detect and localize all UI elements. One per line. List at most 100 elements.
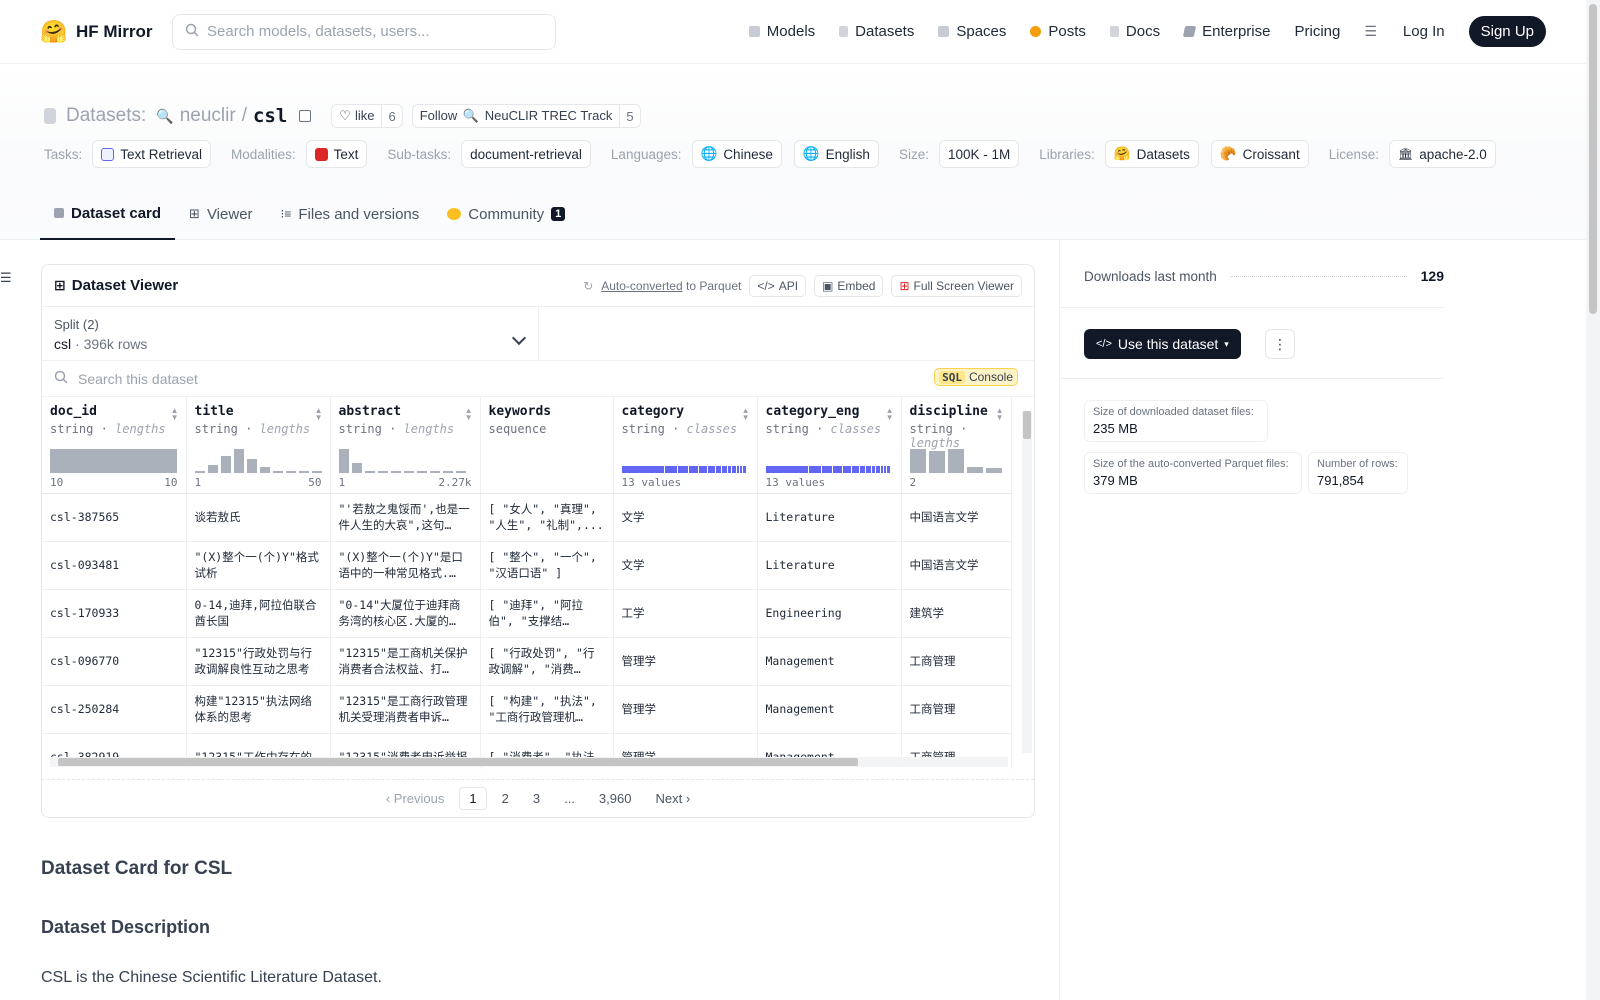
cell-category[interactable]: 工学 [613, 589, 758, 638]
page-last[interactable]: 3,960 [590, 788, 641, 809]
tag-size[interactable]: 100K - 1M [938, 140, 1020, 168]
global-search-input[interactable] [207, 23, 543, 40]
histogram-bar[interactable] [429, 470, 440, 473]
sort-icon[interactable]: ▲ ▼ [171, 407, 179, 422]
histogram-bar[interactable] [455, 470, 466, 473]
sort-icon[interactable]: ▲ ▼ [465, 407, 473, 422]
column-header-title[interactable]: title string · lengths ▲ ▼ 1 50 [186, 397, 331, 494]
split-select[interactable]: Split (2) csl · 396k rows [42, 307, 539, 360]
class-segment[interactable] [832, 465, 843, 473]
sort-icon[interactable]: ▲ ▼ [742, 407, 750, 422]
cell-title[interactable]: "12315"行政处罚与行政调解良性互动之思考 [186, 637, 331, 686]
cell-discipline[interactable]: 工商管理 [901, 637, 1012, 686]
page-3[interactable]: 3 [524, 788, 549, 809]
tag-croissant[interactable]: 🥐 Croissant [1210, 140, 1309, 168]
embed-button[interactable]: ▣ Embed [814, 274, 884, 297]
histogram-bar[interactable] [246, 458, 257, 473]
logo[interactable]: 🤗 HF Mirror [40, 18, 170, 46]
follow-button[interactable]: Follow 🔍 NeuCLIR TREC Track 5 [411, 104, 641, 128]
class-segment[interactable] [736, 465, 739, 473]
class-segment[interactable] [765, 465, 809, 473]
cell-discipline[interactable]: 中国语言文学 [901, 541, 1012, 590]
cell-abstract[interactable]: "0-14"大厦位于迪拜商务湾的核心区.大厦的混... [330, 589, 481, 638]
horizontal-scroll-thumb[interactable] [58, 758, 858, 766]
histogram-bar[interactable] [351, 462, 362, 473]
cell-doc_id[interactable]: csl-096770 [42, 637, 187, 686]
cell-category[interactable]: 文学 [613, 541, 758, 590]
tag-text-retrieval[interactable]: Text Retrieval [92, 140, 212, 168]
tab-community[interactable]: Community 1 [433, 188, 579, 240]
class-segment[interactable] [809, 465, 821, 473]
tab-viewer[interactable]: ⊞ Viewer [175, 188, 267, 240]
histogram-bar[interactable] [338, 448, 349, 473]
class-segment[interactable] [883, 465, 887, 473]
class-segment[interactable] [876, 465, 880, 473]
cell-discipline[interactable]: 中国语言文学 [901, 493, 1012, 542]
cell-category_eng[interactable]: Management [757, 685, 902, 734]
histogram-bar[interactable] [272, 470, 283, 473]
class-segment[interactable] [722, 465, 727, 473]
histogram-bar[interactable] [233, 448, 244, 473]
class-segment[interactable] [727, 465, 732, 473]
column-header-discipline[interactable]: discipline string · lengths ▲ ▼ 2 [901, 397, 1012, 494]
page-scroll-thumb[interactable] [1589, 4, 1597, 314]
class-segment[interactable] [866, 465, 871, 473]
cell-category[interactable]: 管理学 [613, 637, 758, 686]
sql-console-button[interactable]: SQL Console [934, 368, 1018, 386]
more-options-button[interactable]: ⋮ [1265, 329, 1295, 359]
cell-keywords[interactable]: [ "构建", "执法", "工商行政管理机关"... [480, 685, 614, 734]
histogram-bar[interactable] [442, 470, 453, 473]
nav-datasets[interactable]: Datasets [839, 23, 914, 40]
page-scrollbar[interactable] [1586, 0, 1600, 1000]
dataset-search[interactable]: Search this dataset SQL Console [42, 361, 1034, 397]
sort-icon[interactable]: ▲ ▼ [886, 407, 894, 422]
table-vertical-scrollbar[interactable] [1022, 411, 1032, 753]
class-segment[interactable] [739, 465, 743, 473]
nav-docs[interactable]: Docs [1109, 23, 1160, 40]
class-segment[interactable] [821, 465, 832, 473]
nav-posts[interactable]: Posts [1030, 23, 1086, 40]
cell-keywords[interactable]: [ "行政处罚", "行政调解", "消费纠... [480, 637, 614, 686]
fullscreen-button[interactable]: ⊞ Full Screen Viewer [891, 274, 1022, 297]
api-button[interactable]: </> API [749, 274, 807, 297]
cell-keywords[interactable]: [ "整个", "一个", "汉语口语" ] [480, 541, 614, 590]
histogram-bar[interactable] [947, 448, 964, 473]
column-header-category[interactable]: category string · classes ▲ ▼ 13 values [613, 397, 758, 494]
page-2[interactable]: 2 [493, 788, 518, 809]
cell-doc_id[interactable]: csl-387565 [42, 493, 187, 542]
nav-spaces[interactable]: Spaces [938, 23, 1006, 40]
tag-document-retrieval[interactable]: document-retrieval [461, 140, 591, 168]
page-1[interactable]: 1 [459, 787, 487, 810]
class-segment[interactable] [743, 465, 746, 473]
like-button[interactable]: ♡ like 6 [331, 104, 403, 128]
histogram-bar[interactable] [403, 470, 414, 473]
global-search[interactable] [172, 13, 556, 50]
cell-keywords[interactable]: [ "女人", "真理", "人生", "礼制",... [480, 493, 614, 542]
class-segment[interactable] [665, 465, 677, 473]
tag-english[interactable]: 🌐 English [793, 140, 879, 168]
cell-title[interactable]: "(X)整个一(个)Y"格式试析 [186, 541, 331, 590]
column-header-doc_id[interactable]: doc_id string · lengths ▲ ▼ 10 10 [42, 397, 187, 494]
cell-doc_id[interactable]: csl-093481 [42, 541, 187, 590]
nav-models[interactable]: Models [748, 23, 815, 40]
histogram-bar[interactable] [909, 448, 926, 473]
histogram-bar[interactable] [416, 470, 427, 473]
cell-discipline[interactable]: 工商管理 [901, 685, 1012, 734]
class-segment[interactable] [843, 465, 851, 473]
copy-icon[interactable] [299, 110, 312, 122]
tag-license[interactable]: 🏛 apache-2.0 [1389, 140, 1496, 168]
cell-doc_id[interactable]: csl-250284 [42, 685, 187, 734]
sidebar-toggle-icon[interactable]: ☰ [0, 270, 12, 286]
class-segment[interactable] [887, 465, 890, 473]
cell-category[interactable]: 管理学 [613, 685, 758, 734]
table-row[interactable]: csl-096770 "12315"行政处罚与行政调解良性互动之思考 "12315"… [42, 637, 1012, 686]
cell-title[interactable]: 构建"12315"执法网络体系的思考 [186, 685, 331, 734]
use-dataset-button[interactable]: </> Use this dataset ▾ [1084, 329, 1241, 359]
histogram-bar[interactable] [377, 470, 388, 473]
sort-icon[interactable]: ▲ ▼ [315, 407, 323, 422]
histogram-bar[interactable] [259, 466, 270, 473]
table-row[interactable]: csl-170933 0-14,迪拜,阿拉伯联合酋长国 "0-14"大厦位于迪拜商务… [42, 589, 1012, 638]
cell-category_eng[interactable]: Management [757, 637, 902, 686]
vertical-scroll-thumb[interactable] [1023, 411, 1031, 439]
class-segment[interactable] [621, 465, 665, 473]
